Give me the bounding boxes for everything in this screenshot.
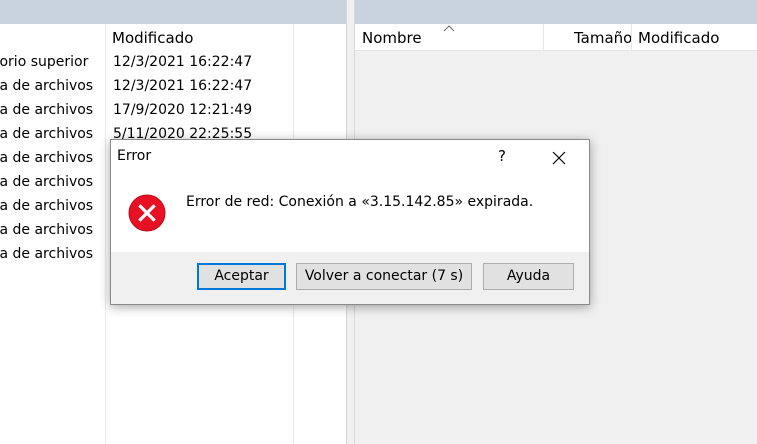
error-dialog: Error ? Error de red: Conexión a «3.15.1… bbox=[110, 139, 590, 305]
close-icon[interactable] bbox=[539, 140, 579, 172]
column-header-size[interactable]: Tamaño bbox=[574, 24, 632, 50]
reconnect-button[interactable]: Volver a conectar (7 s) bbox=[296, 263, 472, 290]
list-item[interactable]: torio superior 12/3/2021 16:22:47 bbox=[0, 50, 346, 74]
file-modified: 12/3/2021 16:22:47 bbox=[113, 78, 253, 94]
file-type: ta de archivos bbox=[0, 174, 94, 190]
list-item[interactable]: ta de archivos 17/9/2020 12:21:49 bbox=[0, 98, 346, 122]
file-type: torio superior bbox=[0, 54, 89, 70]
column-header-modified[interactable]: Modificado bbox=[112, 29, 193, 47]
ok-button[interactable]: Aceptar bbox=[197, 263, 286, 290]
left-pane-topbar bbox=[0, 0, 346, 24]
dialog-titlebar[interactable]: Error ? bbox=[111, 140, 589, 172]
app-window: Modificado torio superior 12/3/2021 16:2… bbox=[0, 0, 757, 444]
file-type: ta de archivos bbox=[0, 78, 94, 94]
dialog-title: Error bbox=[117, 148, 152, 164]
column-header-row: Nombre Tamaño Modificado bbox=[355, 24, 757, 51]
file-type: ta de archivos bbox=[0, 198, 94, 214]
error-icon bbox=[128, 194, 166, 232]
column-header-name[interactable]: Nombre bbox=[362, 24, 422, 50]
help-button[interactable]: Ayuda bbox=[483, 263, 574, 290]
help-icon[interactable]: ? bbox=[485, 140, 519, 172]
file-type: ta de archivos bbox=[0, 102, 94, 118]
column-header-modified[interactable]: Modificado bbox=[638, 24, 719, 50]
column-divider[interactable] bbox=[631, 24, 632, 50]
dialog-body: Error de red: Conexión a «3.15.142.85» e… bbox=[111, 172, 589, 252]
right-pane-topbar bbox=[355, 0, 757, 24]
column-divider[interactable] bbox=[543, 24, 544, 50]
error-message: Error de red: Conexión a «3.15.142.85» e… bbox=[186, 194, 534, 210]
file-type: ta de archivos bbox=[0, 246, 94, 262]
file-type: ta de archivos bbox=[0, 150, 94, 166]
file-type: ta de archivos bbox=[0, 222, 94, 238]
sort-up-icon bbox=[443, 24, 455, 35]
file-modified: 12/3/2021 16:22:47 bbox=[113, 54, 253, 70]
dialog-footer: Aceptar Volver a conectar (7 s) Ayuda bbox=[111, 252, 589, 304]
list-item[interactable]: ta de archivos 12/3/2021 16:22:47 bbox=[0, 74, 346, 98]
file-modified: 17/9/2020 12:21:49 bbox=[113, 102, 253, 118]
file-type: ta de archivos bbox=[0, 126, 94, 142]
